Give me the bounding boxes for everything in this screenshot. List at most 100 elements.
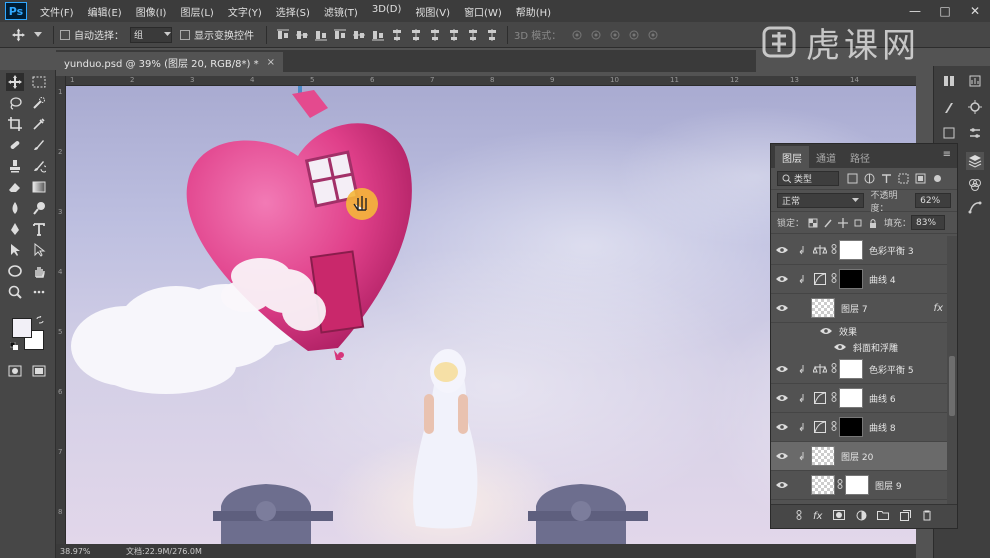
lasso-tool-icon[interactable] <box>6 94 24 112</box>
layer-mask-thumbnail[interactable] <box>839 359 863 379</box>
visibility-eye-icon[interactable] <box>771 423 793 431</box>
shape-filter-icon[interactable] <box>898 173 909 184</box>
layer-name[interactable]: 图层 20 <box>841 450 873 463</box>
visibility-eye-icon[interactable] <box>815 327 837 335</box>
layer-thumbnail[interactable] <box>811 446 835 466</box>
fx-icon[interactable]: fx <box>934 303 943 314</box>
move-tool-icon[interactable] <box>6 73 24 91</box>
dodge-tool-icon[interactable] <box>30 199 48 217</box>
opacity-input[interactable]: 62% <box>915 193 951 208</box>
clone-stamp-tool-icon[interactable] <box>6 157 24 175</box>
marquee-tool-icon[interactable] <box>30 73 48 91</box>
scrollbar-thumb[interactable] <box>949 356 955 416</box>
3d-slide-icon[interactable] <box>627 28 640 41</box>
filter-kind-dropdown[interactable]: 类型 <box>777 171 839 186</box>
lock-transparency-icon[interactable] <box>808 218 818 228</box>
distribute-right-icon[interactable] <box>485 28 498 41</box>
layer-row[interactable]: 曲线 8 <box>771 413 947 442</box>
properties-panel-icon[interactable] <box>966 124 984 142</box>
link-icon[interactable] <box>831 420 837 434</box>
filter-toggle-icon[interactable] <box>932 173 943 184</box>
history-brush-tool-icon[interactable] <box>30 157 48 175</box>
layer-effect-item[interactable]: 斜面和浮雕 <box>771 339 947 355</box>
auto-select-checkbox[interactable] <box>60 29 70 40</box>
layers-panel-icon[interactable] <box>966 152 984 170</box>
tab-layers[interactable]: 图层 <box>775 146 809 168</box>
menu-item[interactable]: 3D(D) <box>365 4 409 19</box>
link-icon[interactable] <box>831 362 837 376</box>
link-icon[interactable] <box>837 478 843 492</box>
layer-name[interactable]: 图层 9 <box>875 479 902 492</box>
align-bottom-icon[interactable] <box>314 28 327 41</box>
layer-effects-header[interactable]: 效果 <box>771 323 947 339</box>
distribute-left-icon[interactable] <box>447 28 460 41</box>
show-transform-checkbox[interactable] <box>180 29 190 40</box>
distribute-vcenter-icon[interactable] <box>409 28 422 41</box>
visibility-eye-icon[interactable] <box>829 343 851 351</box>
add-mask-icon[interactable] <box>833 510 846 523</box>
layer-row[interactable]: 色彩平衡 3 <box>771 236 947 265</box>
adjustment-icon[interactable] <box>856 510 867 524</box>
layer-mask-thumbnail[interactable] <box>839 240 863 260</box>
visibility-eye-icon[interactable] <box>771 304 793 312</box>
auto-select-dropdown[interactable]: 组 <box>130 26 172 43</box>
more-tools-icon[interactable] <box>30 283 48 301</box>
blend-mode-dropdown[interactable]: 正常 <box>777 193 865 208</box>
layer-name[interactable]: 色彩平衡 3 <box>869 244 914 257</box>
lock-all-icon[interactable] <box>868 218 878 228</box>
quick-select-tool-icon[interactable] <box>30 94 48 112</box>
distribute-hcenter-icon[interactable] <box>466 28 479 41</box>
brush-settings-icon[interactable] <box>940 98 958 116</box>
align-left-icon[interactable] <box>333 28 346 41</box>
direct-selection-tool-icon[interactable] <box>30 241 48 259</box>
panel-menu-icon[interactable]: ≡ <box>943 149 951 160</box>
layer-thumbnail[interactable] <box>811 298 835 318</box>
crop-tool-icon[interactable] <box>6 115 24 133</box>
layer-name[interactable]: 曲线 8 <box>869 421 896 434</box>
lock-artboard-icon[interactable] <box>853 218 863 228</box>
3d-rotate-icon[interactable] <box>570 28 583 41</box>
healing-brush-tool-icon[interactable] <box>6 136 24 154</box>
layer-row[interactable]: 图层 7 fx <box>771 294 947 323</box>
navigator-panel-icon[interactable] <box>966 98 984 116</box>
layer-row[interactable]: 曲线 6 <box>771 384 947 413</box>
type-tool-icon[interactable] <box>30 220 48 238</box>
visibility-eye-icon[interactable] <box>771 365 793 373</box>
visibility-eye-icon[interactable] <box>771 246 793 254</box>
layer-row[interactable]: 曲线 4 <box>771 265 947 294</box>
align-hcenter-icon[interactable] <box>352 28 365 41</box>
menu-item[interactable]: 选择(S) <box>269 4 317 19</box>
path-selection-tool-icon[interactable] <box>6 241 24 259</box>
menu-item[interactable]: 文字(Y) <box>221 4 269 19</box>
layer-row[interactable]: 色彩平衡 5 <box>771 355 947 384</box>
quick-mask-icon[interactable] <box>6 362 24 380</box>
channels-panel-icon[interactable] <box>966 176 984 194</box>
align-vcenter-icon[interactable] <box>295 28 308 41</box>
ellipse-tool-icon[interactable] <box>6 262 24 280</box>
close-tab-icon[interactable]: × <box>267 57 275 68</box>
link-icon[interactable] <box>831 272 837 286</box>
tool-preset-dropdown[interactable] <box>31 28 44 41</box>
layer-mask-thumbnail[interactable] <box>839 417 863 437</box>
menu-item[interactable]: 图层(L) <box>173 4 220 19</box>
eraser-tool-icon[interactable] <box>6 178 24 196</box>
delete-icon[interactable] <box>922 510 932 524</box>
tab-paths[interactable]: 路径 <box>843 146 877 168</box>
histogram-panel-icon[interactable] <box>966 72 984 90</box>
menu-item[interactable]: 窗口(W) <box>457 4 509 19</box>
pen-tool-icon[interactable] <box>6 220 24 238</box>
menu-item[interactable]: 编辑(E) <box>81 4 129 19</box>
eyedropper-tool-icon[interactable] <box>30 115 48 133</box>
paths-panel-icon[interactable] <box>966 198 984 216</box>
distribute-bottom-icon[interactable] <box>428 28 441 41</box>
align-top-icon[interactable] <box>276 28 289 41</box>
hand-tool-icon[interactable] <box>30 262 48 280</box>
menu-item[interactable]: 图像(I) <box>129 4 174 19</box>
tab-channels[interactable]: 通道 <box>809 146 843 168</box>
menu-item[interactable]: 视图(V) <box>408 4 457 19</box>
distribute-top-icon[interactable] <box>390 28 403 41</box>
clone-source-icon[interactable] <box>940 124 958 142</box>
layer-mask-thumbnail[interactable] <box>839 388 863 408</box>
group-icon[interactable] <box>877 510 890 523</box>
new-layer-icon[interactable] <box>899 509 911 524</box>
